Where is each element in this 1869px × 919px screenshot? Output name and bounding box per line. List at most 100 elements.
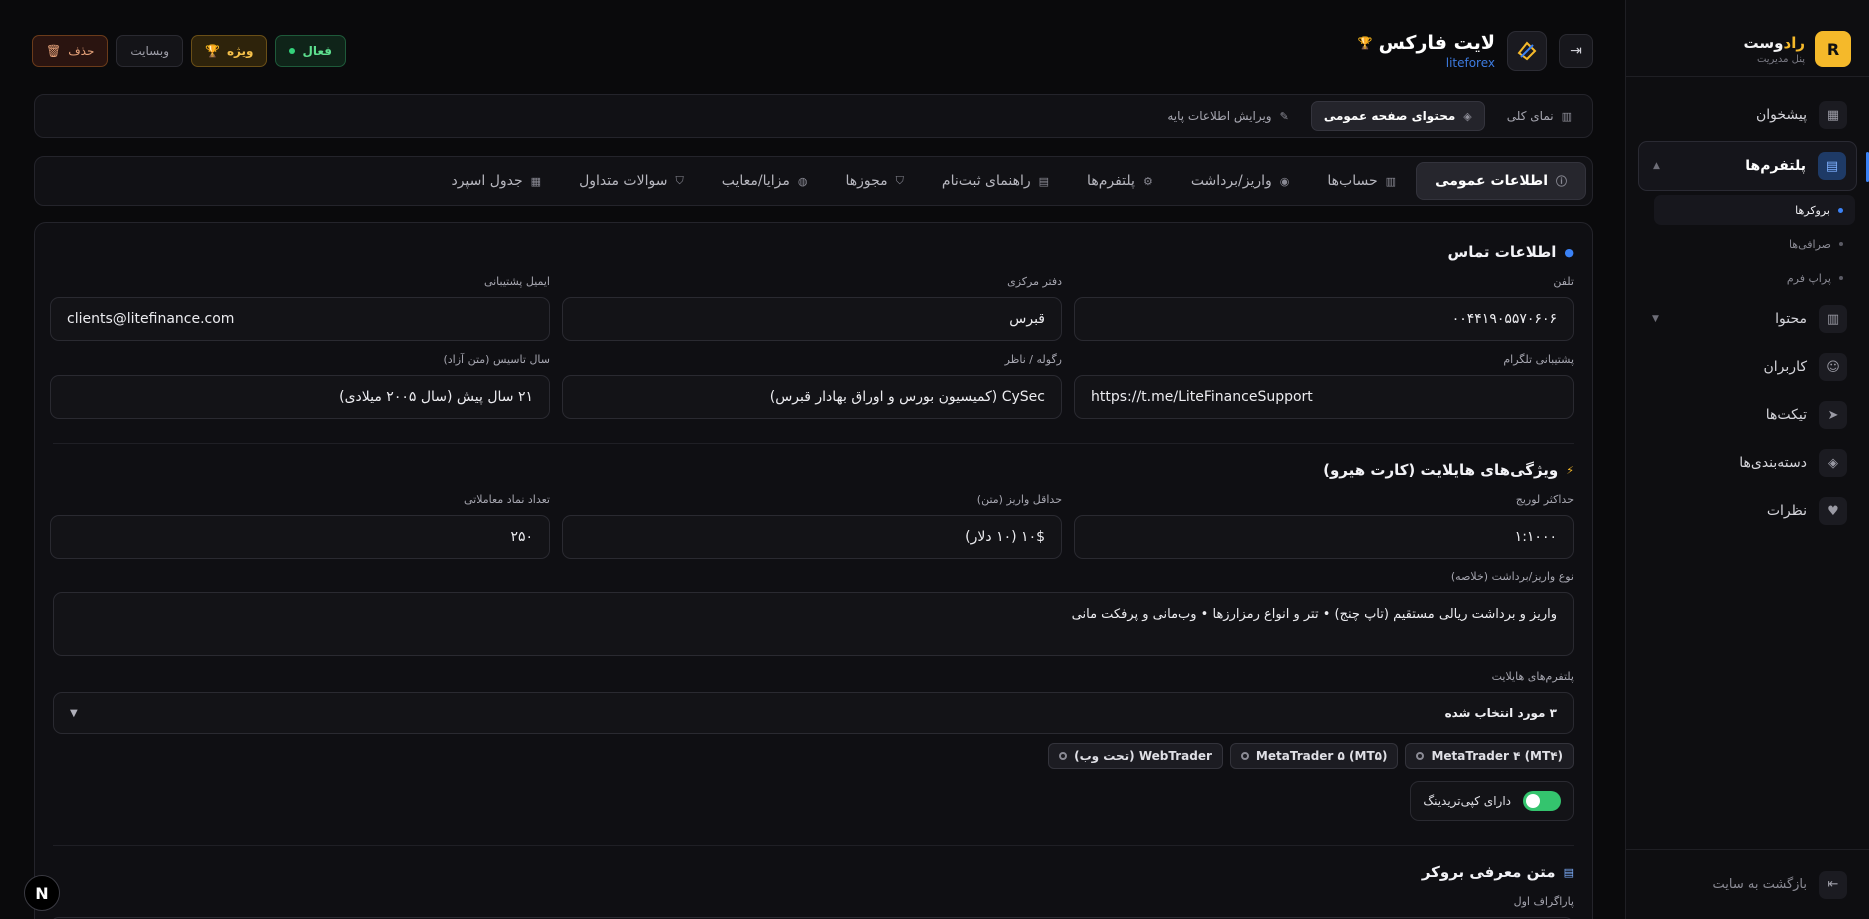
tab-accounts[interactable]: ▥ حساب‌ها bbox=[1309, 162, 1414, 200]
sidebar-item-label: پلتفرم‌ها bbox=[1745, 158, 1806, 174]
shield-icon: ⛉ bbox=[895, 174, 904, 187]
remove-chip-icon[interactable] bbox=[1059, 752, 1068, 760]
sidebar-item-dashboard[interactable]: ▦ پیشخوان bbox=[1638, 93, 1857, 137]
symbols-label: تعداد نماد معاملاتی bbox=[464, 493, 550, 506]
phone-field[interactable]: ۰۰۴۴۱۹۰۵۵۷۰۶۰۶ bbox=[1074, 297, 1574, 341]
payment-label: نوع واریز/برداشت (خلاصه) bbox=[1450, 570, 1574, 583]
main-content: ⇥ لایت فارکس 🏆 liteforex 🗑 حذف وبسایت 🏆 ویژ bbox=[0, 0, 1625, 919]
contact-section-title: ● اطلاعات تماس bbox=[1447, 243, 1574, 261]
sidebar-item-content[interactable]: ▥ محتوا ▼ bbox=[1638, 297, 1857, 341]
phone-label: تلفن bbox=[1553, 275, 1574, 288]
sidebar-item-categories[interactable]: ◈ دسته‌بندی‌ها bbox=[1638, 441, 1857, 485]
bullet-icon bbox=[1838, 207, 1843, 213]
leverage-field[interactable]: ۱:۱۰۰۰ bbox=[1074, 515, 1574, 559]
tab-faq[interactable]: ⛉ سوالات متداول bbox=[561, 162, 702, 200]
tab-pros-cons[interactable]: ◍ مزایا/معایب bbox=[704, 162, 826, 200]
back-to-site-link[interactable]: ⇤ بازگشت به سایت bbox=[1626, 849, 1869, 919]
tab-edit-basic-info[interactable]: ✎ ویرایش اطلاعات پایه bbox=[1155, 101, 1301, 131]
page-title: لایت فارکس 🏆 bbox=[1357, 32, 1495, 54]
chevron-up-icon: ▲ bbox=[1653, 161, 1660, 171]
back-button[interactable]: ⇥ bbox=[1559, 34, 1593, 68]
chart-icon: ▥ bbox=[1385, 174, 1397, 188]
page-header: ⇥ لایت فارکس 🏆 liteforex 🗑 حذف وبسایت 🏆 ویژ bbox=[32, 28, 1593, 74]
remove-chip-icon[interactable] bbox=[1240, 752, 1249, 760]
remove-chip-icon[interactable] bbox=[1416, 752, 1425, 760]
copytrading-switch[interactable] bbox=[1523, 791, 1561, 811]
featured-toggle[interactable]: 🏆 ویژه bbox=[191, 35, 268, 67]
platform-chip[interactable]: MetaTrader ۴ (MT۴) bbox=[1405, 743, 1574, 769]
view-tabs: ▥ نمای کلی ◈ محتوای صفحه عمومی ✎ ویرایش اطل… bbox=[34, 94, 1593, 138]
regulator-label: رگوله / ناظر bbox=[1004, 353, 1062, 366]
regulator-field[interactable]: CySec (کمیسیون بورس و اوراق بهادار قبرس) bbox=[562, 375, 1062, 419]
brand-logo: R bbox=[1815, 31, 1851, 67]
office-field[interactable]: قبرس bbox=[562, 297, 1062, 341]
office-label: دفتر مرکزی bbox=[1007, 275, 1062, 288]
tab-spread-table[interactable]: ▦ جدول اسپرد bbox=[433, 162, 559, 200]
send-icon: ➤ bbox=[1819, 401, 1847, 429]
payment-textarea[interactable]: واریز و برداشت ریالی مستقیم (تاپ چنج) • … bbox=[53, 592, 1574, 656]
broker-logo-icon bbox=[1517, 41, 1537, 61]
content-tabs: ⓘ اطلاعات عمومی ▥ حساب‌ها ◉ واریز/برداشت ⚙ پ… bbox=[34, 156, 1593, 206]
bullet-icon bbox=[1839, 276, 1843, 280]
highlights-section-title: ⚡ ویژگی‌های هایلایت (کارت هیرو) bbox=[1323, 461, 1574, 479]
brand: R رادوست پنل مدیریت bbox=[1626, 0, 1869, 76]
arrow-left-icon: ⇤ bbox=[1819, 870, 1847, 899]
tab-platforms[interactable]: ⚙ پلتفرم‌ها bbox=[1069, 162, 1171, 200]
shield-icon: ⛉ bbox=[675, 174, 684, 187]
gear-icon: ⚙ bbox=[1142, 174, 1153, 188]
status-dot-icon bbox=[289, 48, 296, 54]
comment-icon: ♥ bbox=[1819, 497, 1847, 525]
delete-button[interactable]: 🗑 حذف bbox=[32, 35, 109, 67]
copytrading-toggle-box: دارای کپی‌تریدینگ bbox=[1410, 781, 1574, 821]
website-button[interactable]: وبسایت bbox=[116, 35, 184, 67]
chart-icon: ▥ bbox=[1561, 109, 1572, 123]
sidebar-item-users[interactable]: ☺ کاربران bbox=[1638, 345, 1857, 389]
leverage-label: حداکثر لوریج bbox=[1515, 493, 1574, 506]
founded-label: سال تاسیس (متن آزاد) bbox=[443, 353, 550, 366]
sidebar-item-label: کاربران bbox=[1763, 359, 1807, 375]
chevron-down-icon: ▼ bbox=[70, 707, 78, 719]
trophy-icon: 🏆 bbox=[205, 44, 220, 58]
sidebar-item-comments[interactable]: ♥ نظرات bbox=[1638, 489, 1857, 533]
sidebar-item-label: نظرات bbox=[1766, 503, 1807, 519]
status-badge[interactable]: فعال bbox=[275, 35, 347, 67]
tab-public-content[interactable]: ◈ محتوای صفحه عمومی bbox=[1310, 101, 1485, 131]
pencil-icon: ✎ bbox=[1279, 109, 1289, 123]
trash-icon: 🗑 bbox=[46, 44, 62, 58]
telegram-label: پشتیبانی تلگرام bbox=[1503, 353, 1574, 366]
header-actions: 🗑 حذف وبسایت 🏆 ویژه فعال bbox=[32, 35, 347, 67]
sidebar-subitem-propfirms[interactable]: پراپ فرم bbox=[1654, 263, 1855, 293]
tab-signup-guide[interactable]: ▤ راهنمای ثبت‌نام bbox=[924, 162, 1067, 200]
tab-licenses[interactable]: ⛉ مجوزها bbox=[827, 162, 921, 200]
platforms-label: پلتفرم‌های هایلایت bbox=[1491, 670, 1574, 683]
users-icon: ☺ bbox=[1819, 353, 1847, 381]
tag-icon: ◈ bbox=[1819, 449, 1847, 477]
min-deposit-field[interactable]: ۱۰$ (۱۰ دلار) bbox=[562, 515, 1062, 559]
sidebar-item-tickets[interactable]: ➤ تیکت‌ها bbox=[1638, 393, 1857, 437]
email-field[interactable]: clients@litefinance.com bbox=[50, 297, 550, 341]
platform-chip[interactable]: WebTrader (تحت وب) bbox=[1048, 743, 1223, 769]
bullet-icon bbox=[1839, 242, 1843, 246]
min-deposit-label: حداقل واریز (متن) bbox=[976, 493, 1062, 506]
sidebar-item-platforms[interactable]: ▤ پلتفرم‌ها ▲ bbox=[1638, 141, 1869, 191]
dashboard-icon: ▦ bbox=[1819, 101, 1847, 129]
sidebar-subitem-brokers[interactable]: بروکرها bbox=[1654, 195, 1855, 225]
chevron-down-icon: ▼ bbox=[1652, 314, 1659, 324]
platform-chip[interactable]: MetaTrader ۵ (MT۵) bbox=[1229, 743, 1399, 769]
lightning-icon: ⚡ bbox=[1566, 463, 1574, 477]
tab-overview[interactable]: ▥ نمای کلی bbox=[1495, 101, 1584, 131]
tab-deposit-withdraw[interactable]: ◉ واریز/برداشت bbox=[1173, 162, 1308, 200]
next-devtools-button[interactable]: N bbox=[24, 875, 60, 911]
trophy-icon: 🏆 bbox=[1357, 36, 1373, 50]
tab-general-info[interactable]: ⓘ اطلاعات عمومی bbox=[1416, 162, 1586, 200]
sidebar-subitem-exchanges[interactable]: صرافی‌ها bbox=[1654, 229, 1855, 259]
telegram-field[interactable]: https://t.me/LiteFinanceSupport bbox=[1074, 375, 1574, 419]
founded-field[interactable]: ۲۱ سال پیش (سال ۲۰۰۵ میلادی) bbox=[50, 375, 550, 419]
platforms-select[interactable]: ۳ مورد انتخاب شده ▼ bbox=[53, 692, 1574, 734]
paragraph1-label: پاراگراف اول bbox=[1513, 895, 1574, 908]
tag-icon: ◈ bbox=[1463, 109, 1472, 123]
sidebar: R رادوست پنل مدیریت ▦ پیشخوان ▤ پلتفرم‌ه… bbox=[1625, 0, 1869, 919]
info-icon: ⓘ bbox=[1556, 175, 1567, 188]
symbols-field[interactable]: ۲۵۰ bbox=[50, 515, 550, 559]
sidebar-item-label: دسته‌بندی‌ها bbox=[1739, 455, 1807, 471]
